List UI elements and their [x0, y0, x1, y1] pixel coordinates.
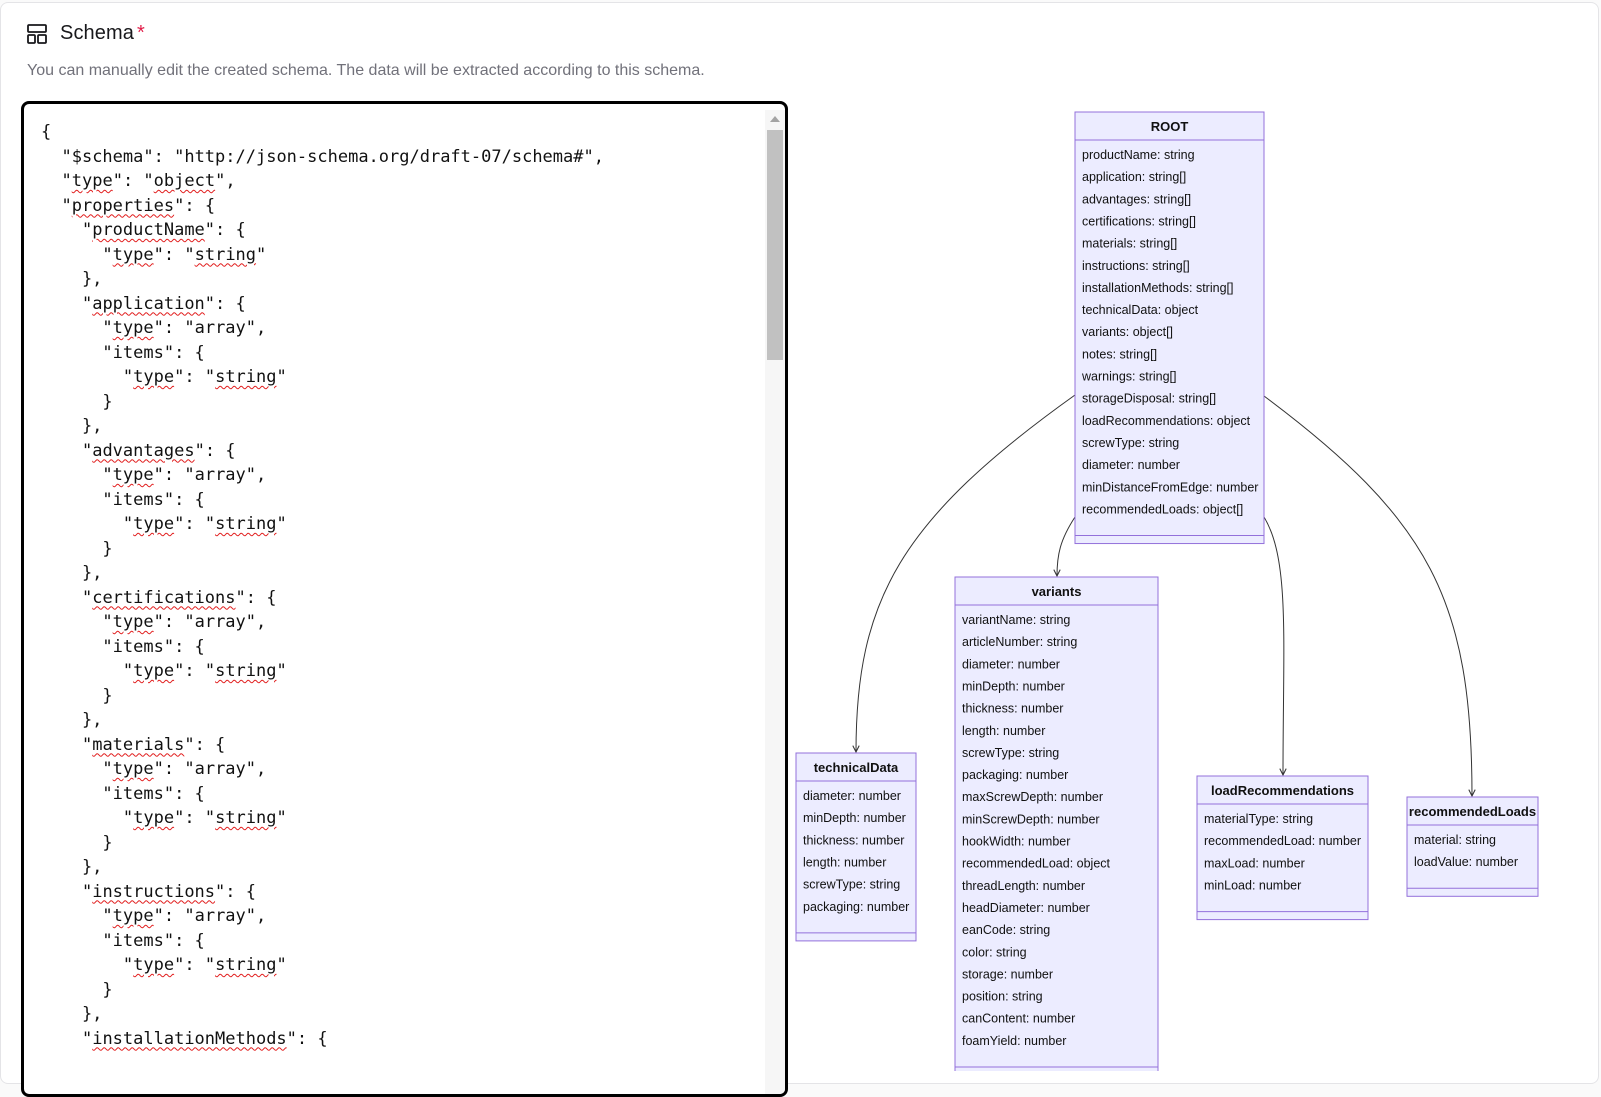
editor-scrollbar[interactable] [765, 110, 785, 1094]
schema-json-text[interactable]: { "$schema": "http://json-schema.org/dra… [41, 120, 604, 1051]
schema-layout-icon [27, 23, 47, 44]
schema-header: Schema * [26, 22, 145, 45]
page-title: Schema [60, 22, 134, 44]
schema-description: You can manually edit the created schema… [27, 62, 705, 79]
schema-code-editor[interactable]: { "$schema": "http://json-schema.org/dra… [21, 101, 788, 1097]
required-indicator: * [136, 22, 145, 44]
scroll-thumb[interactable] [767, 130, 783, 360]
scroll-up-arrow-icon[interactable] [770, 116, 780, 122]
